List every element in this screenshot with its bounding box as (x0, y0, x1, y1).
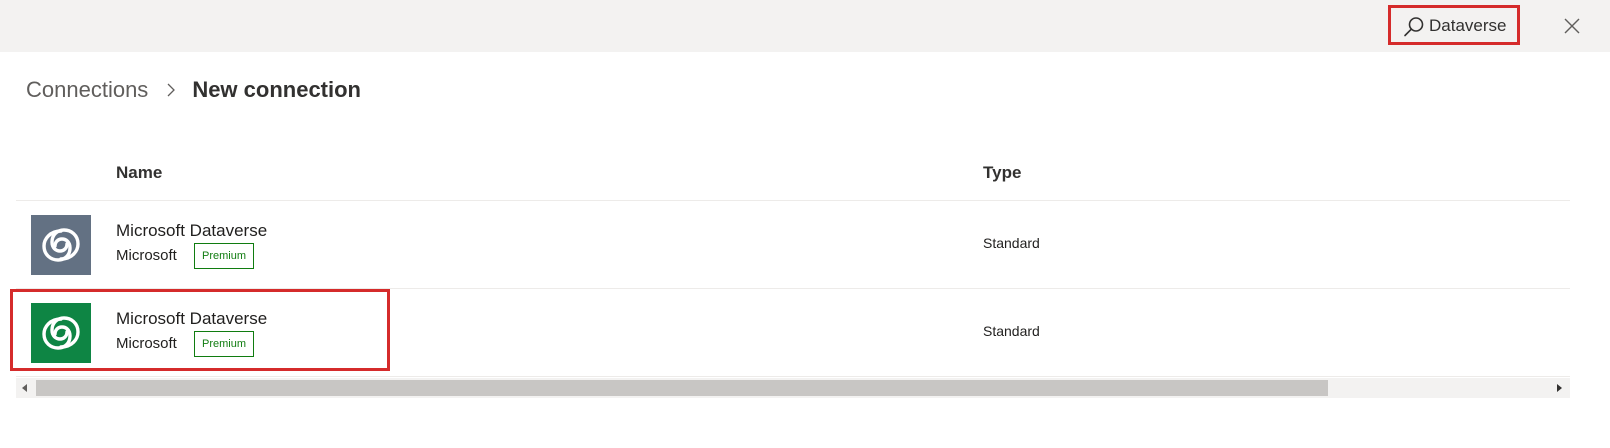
table-row[interactable]: Microsoft Dataverse Microsoft Premium St… (16, 289, 1570, 377)
scrollbar-thumb[interactable] (36, 380, 1328, 396)
premium-badge: Premium (194, 331, 254, 357)
table-row[interactable]: Microsoft Dataverse Microsoft Premium St… (16, 201, 1570, 289)
search-box[interactable] (1388, 5, 1520, 45)
connector-publisher: Microsoft (116, 247, 177, 264)
horizontal-scrollbar[interactable] (16, 378, 1570, 398)
top-bar (0, 0, 1610, 52)
dataverse-icon (31, 303, 91, 363)
connector-publisher: Microsoft (116, 335, 177, 352)
close-icon[interactable] (1562, 16, 1582, 36)
connector-name: Microsoft Dataverse (116, 309, 268, 328)
connector-name: Microsoft Dataverse (116, 221, 268, 240)
dataverse-icon (31, 215, 91, 275)
search-icon (1404, 17, 1424, 37)
search-input[interactable] (1429, 14, 1517, 38)
breadcrumb-connections-link[interactable]: Connections (26, 77, 148, 103)
column-header-name[interactable]: Name (116, 163, 162, 183)
column-header-type[interactable]: Type (983, 163, 1021, 183)
scroll-left-arrow-icon[interactable] (20, 383, 30, 393)
scroll-right-arrow-icon[interactable] (1554, 383, 1564, 393)
connections-table: Name Type Microsoft Dataverse Microsoft … (16, 148, 1570, 377)
page-title: New connection (192, 77, 361, 102)
breadcrumb: Connections New connection (26, 72, 361, 108)
connector-type: Standard (983, 323, 1040, 339)
chevron-right-icon (167, 83, 176, 97)
table-header: Name Type (16, 148, 1570, 201)
connector-type: Standard (983, 235, 1040, 251)
premium-badge: Premium (194, 243, 254, 269)
